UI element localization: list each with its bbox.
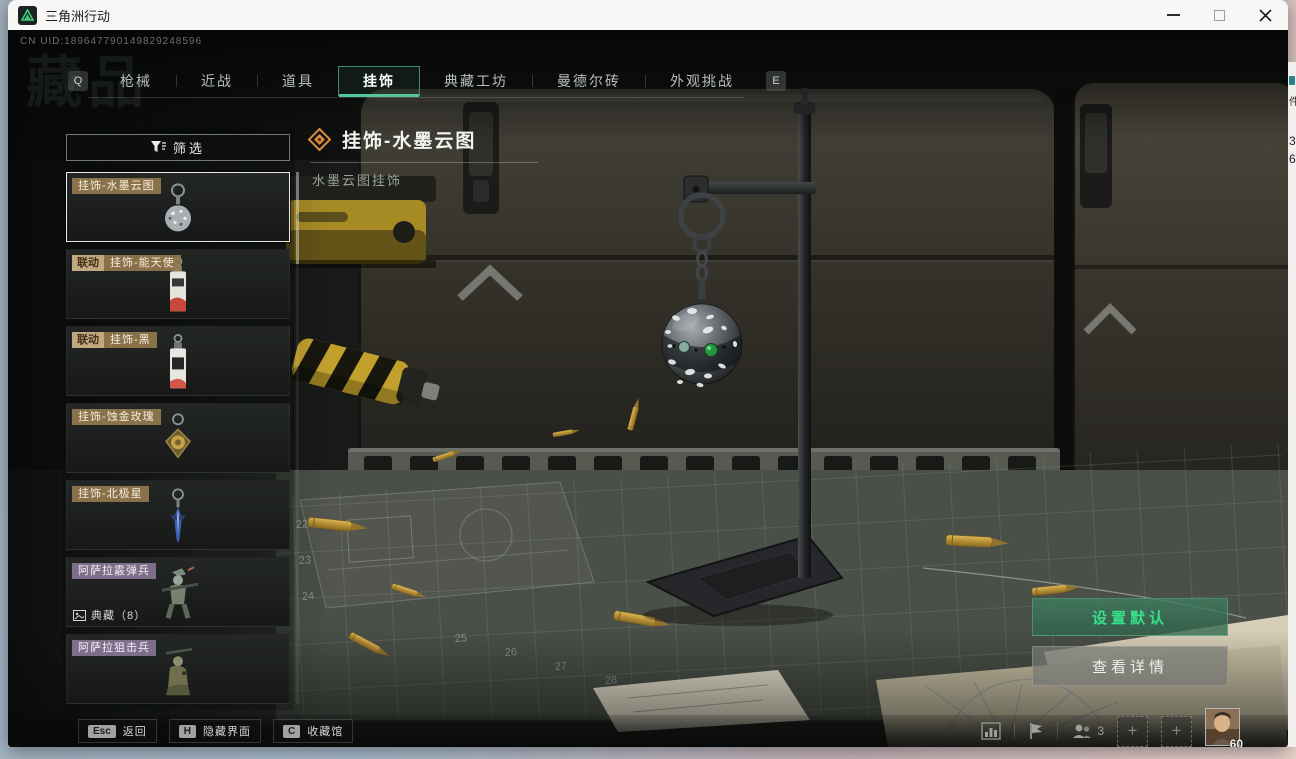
player-uid: CN UID:189647790149829248596 xyxy=(20,36,203,47)
separator xyxy=(1014,723,1016,739)
item-thumbnail xyxy=(165,183,191,232)
item-list-sidebar: 筛选 挂饰-水墨云图 联动 挂饰-能天使 联动 挂饰-黑 挂饰-蚀金玫瑰 挂饰-… xyxy=(62,128,294,710)
background-window-icon xyxy=(1289,76,1295,85)
sidebar-scrollbar[interactable] xyxy=(296,172,299,704)
stats-button[interactable] xyxy=(981,722,1001,740)
minimize-button[interactable] xyxy=(1150,0,1196,30)
avatar-level: 60 xyxy=(1229,737,1243,747)
background-window-text: 件 xyxy=(1289,97,1296,108)
sidebar-item-hei[interactable]: 联动 挂饰-黑 xyxy=(66,326,290,396)
separator xyxy=(1057,723,1059,739)
tab-appearance-challenge[interactable]: 外观挑战 xyxy=(646,66,758,96)
background-window-value: 6 xyxy=(1289,152,1296,166)
game-content: 22 23 24 25 26 27 28 29 30 30 31 xyxy=(8,30,1288,747)
scrollbar-thumb[interactable] xyxy=(296,172,299,264)
flag-icon xyxy=(1030,723,1043,739)
close-icon xyxy=(1258,8,1272,22)
item-thumbnail xyxy=(170,333,186,389)
sidebar-item-shijin-meigui[interactable]: 挂饰-蚀金玫瑰 xyxy=(66,403,290,473)
tab-gear[interactable]: 道具 xyxy=(258,66,338,96)
window-title: 三角洲行动 xyxy=(45,8,111,24)
game-window: 三角洲行动 藏品 CN UID:189647790149829248596 Q … xyxy=(8,0,1288,747)
tab-melee[interactable]: 近战 xyxy=(177,66,257,96)
empty-slot-button[interactable] xyxy=(1161,715,1192,747)
item-subtitle: 水墨云图挂饰 xyxy=(312,173,403,188)
background-window-sliver[interactable]: 件 3 6 xyxy=(1288,62,1296,747)
next-tab-key[interactable]: E xyxy=(766,71,786,91)
prev-tab-key[interactable]: Q xyxy=(68,71,88,91)
squad-count: 3 xyxy=(1097,724,1104,738)
hint-back[interactable]: Esc 返回 xyxy=(78,719,157,743)
maximize-icon xyxy=(1213,9,1225,21)
sidebar-item-asala-shotgunner[interactable]: 阿萨拉霰弹兵 典藏（8） xyxy=(66,557,290,627)
minimize-icon xyxy=(1166,14,1180,16)
close-button[interactable] xyxy=(1242,0,1288,30)
crate-right xyxy=(1054,81,1288,491)
hint-collection-hall[interactable]: C 收藏馆 xyxy=(273,719,354,743)
flag-button[interactable] xyxy=(1028,722,1044,740)
people-icon xyxy=(1073,724,1092,738)
app-logo-icon xyxy=(18,5,37,25)
item-thumbnail xyxy=(165,413,191,459)
sidebar-item-beijixing[interactable]: 挂饰-北极星 xyxy=(66,480,290,550)
charm-rarity-icon xyxy=(308,128,331,151)
item-thumbnail xyxy=(161,566,199,619)
filter-icon xyxy=(150,141,166,152)
header-divider xyxy=(310,162,538,163)
background-window-value: 3 xyxy=(1289,134,1296,148)
set-default-button[interactable]: 设置默认 xyxy=(1032,598,1228,636)
hint-hide-ui[interactable]: H 隐藏界面 xyxy=(168,719,262,743)
window-titlebar: 三角洲行动 xyxy=(8,0,1288,30)
tabbar-divider xyxy=(88,97,744,98)
tab-collection-workshop[interactable]: 典藏工坊 xyxy=(420,66,532,96)
player-avatar[interactable]: 60 xyxy=(1205,708,1243,747)
squad-button[interactable]: 3 xyxy=(1071,723,1104,739)
sidebar-item-neng-tianshi[interactable]: 联动 挂饰-能天使 xyxy=(66,249,290,319)
bottom-bar: Esc 返回 H 隐藏界面 C 收藏馆 3 + + 60 xyxy=(8,708,1288,747)
item-thumbnail xyxy=(165,648,193,696)
tab-charms[interactable]: 挂饰 xyxy=(338,66,420,97)
maximize-button[interactable] xyxy=(1196,0,1242,30)
category-tabbar: Q 枪械 近战 道具 挂饰 典藏工坊 曼德尔砖 外观挑战 E xyxy=(60,66,794,97)
item-title: 挂饰-水墨云图 xyxy=(342,131,477,152)
item-thumbnail xyxy=(170,488,186,544)
collection-count: 典藏（8） xyxy=(73,607,146,623)
esc-keycap: Esc xyxy=(88,724,116,738)
view-details-button[interactable]: 查看详情 xyxy=(1032,646,1228,686)
h-keycap: H xyxy=(178,724,197,738)
collection-icon xyxy=(73,609,86,621)
item-header: 挂饰-水墨云图 水墨云图挂饰 xyxy=(308,126,538,189)
sidebar-item-asala-sniper[interactable]: 阿萨拉狙击兵 xyxy=(66,634,290,704)
sidebar-item-ink-cloud[interactable]: 挂饰-水墨云图 xyxy=(66,172,290,242)
bar-chart-icon xyxy=(981,722,1001,740)
filter-button[interactable]: 筛选 xyxy=(66,134,290,161)
c-keycap: C xyxy=(283,724,301,738)
tab-mandel-brick[interactable]: 曼德尔砖 xyxy=(533,66,645,96)
empty-slot-button[interactable] xyxy=(1117,715,1148,747)
tab-firearms[interactable]: 枪械 xyxy=(96,66,176,96)
